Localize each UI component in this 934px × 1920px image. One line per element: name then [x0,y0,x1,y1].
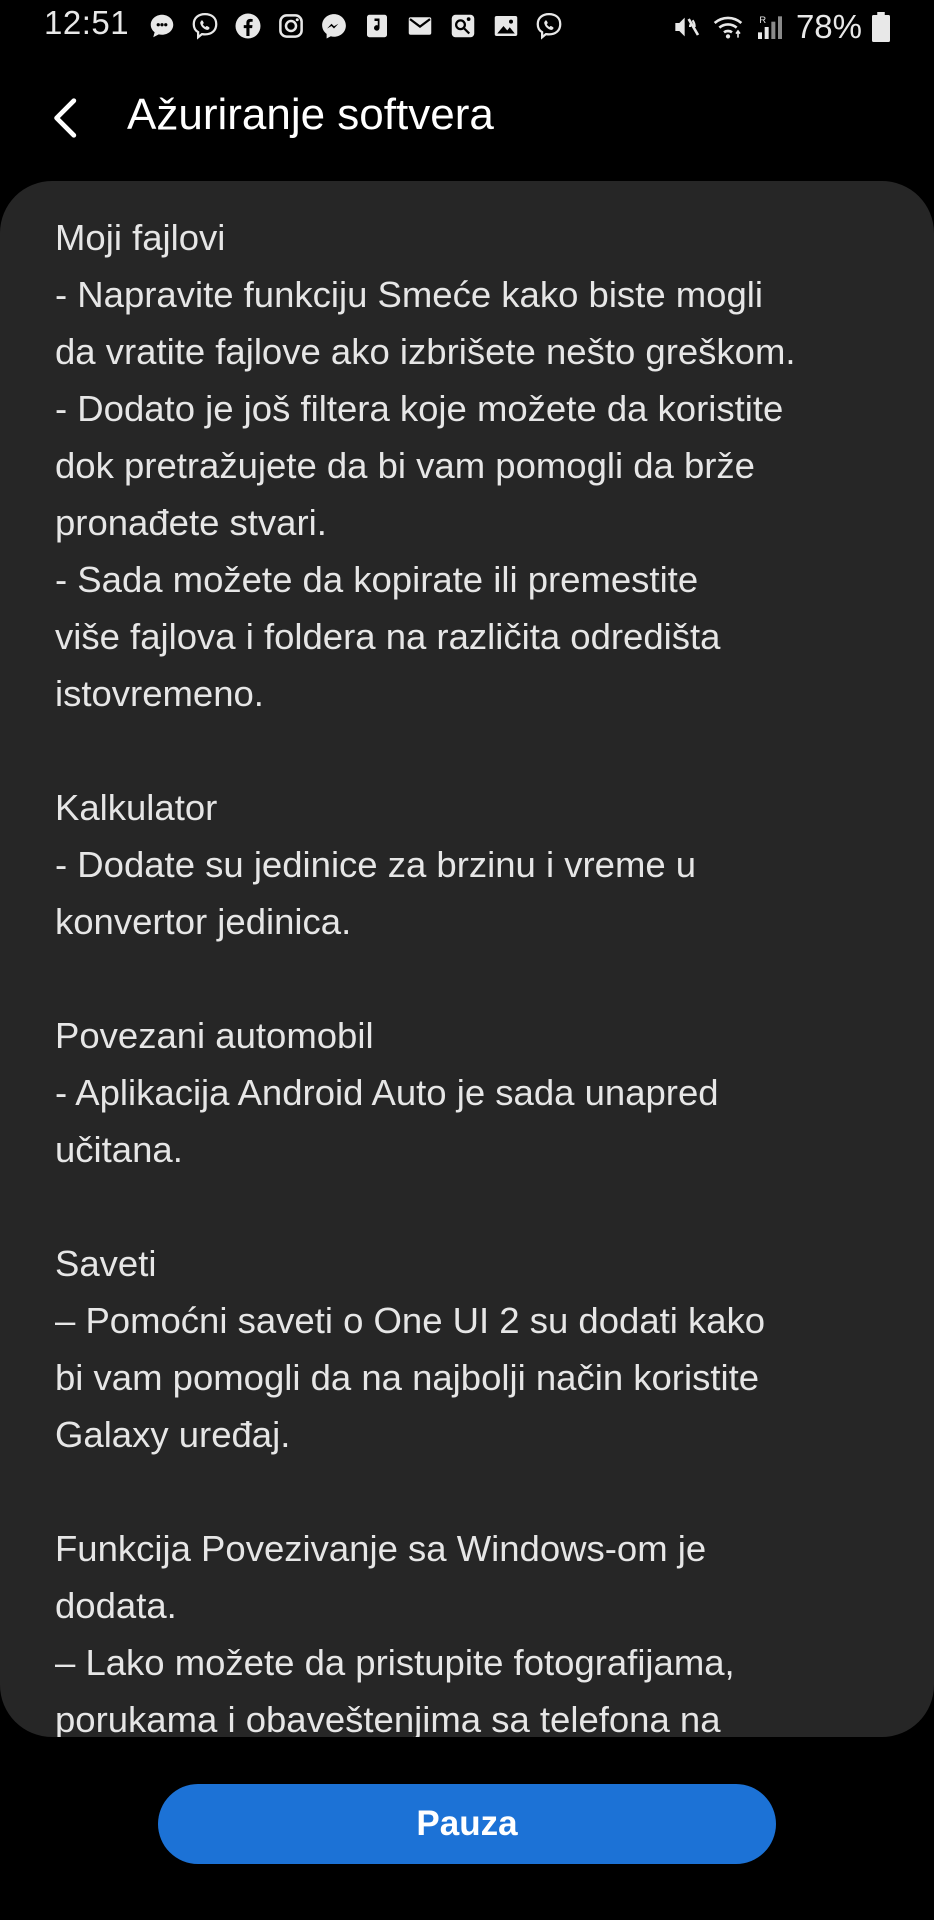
viber-icon [533,10,565,42]
instagram-icon [275,10,307,42]
music-note-icon [361,10,393,42]
section-line: - Dodato je još filtera koje možete da k… [55,388,784,429]
section-kalkulator: Kalkulator - Dodate su jedinice za brzin… [55,779,900,950]
section-povezani-automobil: Povezani automobil - Aplikacija Android … [55,1007,900,1178]
section-title: Kalkulator [55,787,218,828]
system-icons: R 78% [670,8,890,46]
section-line: – Lako možete da pristupite fotografijam… [55,1642,735,1683]
section-spacer [55,1463,900,1520]
pause-button[interactable]: Pauza [158,1784,776,1864]
section-moji-fajlovi: Moji fajlovi - Napravite funkciju Smeće … [55,209,900,722]
section-line: dodata. [55,1585,177,1626]
section-title: Povezani automobil [55,1015,374,1056]
section-line: više fajlova i foldera na različita odre… [55,616,721,657]
section-line: bi vam pomogli da na najbolji način kori… [55,1357,760,1398]
section-spacer [55,722,900,779]
section-title: Funkcija Povezivanje sa Windows-om je [55,1528,707,1569]
page-title: Ažuriranje softvera [127,90,494,139]
section-line: učitana. [55,1129,183,1170]
chevron-left-icon [49,96,83,145]
chat-bubble-icon [146,10,178,42]
image-icon [490,10,522,42]
section-spacer [55,1178,900,1235]
section-line: Galaxy uređaj. [55,1414,291,1455]
section-line: dok pretražujete da bi vam pomogli da br… [55,445,755,486]
section-line: da vratite fajlove ako izbrišete nešto g… [55,331,796,372]
mute-icon [670,11,702,43]
section-line: istovremeno. [55,673,264,714]
wifi-icon [712,11,744,43]
section-line: - Dodate su jedinice za brzinu i vreme u [55,844,697,885]
section-line: porukama i obaveštenjima sa telefona na [55,1699,721,1737]
app-header: Ažuriranje softvera [0,80,934,160]
signal-icon: R [754,11,786,43]
section-line: pronađete stvari. [55,502,327,543]
section-title: Moji fajlovi [55,217,226,258]
status-bar: 12:51 R 78% [0,0,934,56]
notification-icons [146,10,565,42]
release-notes-card[interactable]: Moji fajlovi - Napravite funkciju Smeće … [0,181,934,1737]
email-icon [404,10,436,42]
section-title: Saveti [55,1243,157,1284]
back-button[interactable] [40,92,92,148]
battery-icon [872,12,890,42]
messenger-icon [318,10,350,42]
section-spacer [55,950,900,1007]
section-saveti: Saveti – Pomoćni saveti o One UI 2 su do… [55,1235,900,1463]
facebook-icon [232,10,264,42]
section-line: – Pomoćni saveti o One UI 2 su dodati ka… [55,1300,766,1341]
battery-percent: 78% [795,8,862,45]
gallery-edit-icon [447,10,479,42]
release-notes-text: Moji fajlovi - Napravite funkciju Smeće … [55,209,900,1737]
section-line: - Aplikacija Android Auto je sada unapre… [55,1072,719,1113]
viber-icon [189,10,221,42]
status-time: 12:51 [44,4,130,41]
section-line: - Sada možete da kopirate ili premestite [55,559,699,600]
section-povezivanje-windows: Funkcija Povezivanje sa Windows-om je do… [55,1520,900,1737]
section-line: konvertor jedinica. [55,901,352,942]
svg-text:R: R [759,15,766,25]
section-line: - Napravite funkciju Smeće kako biste mo… [55,274,763,315]
